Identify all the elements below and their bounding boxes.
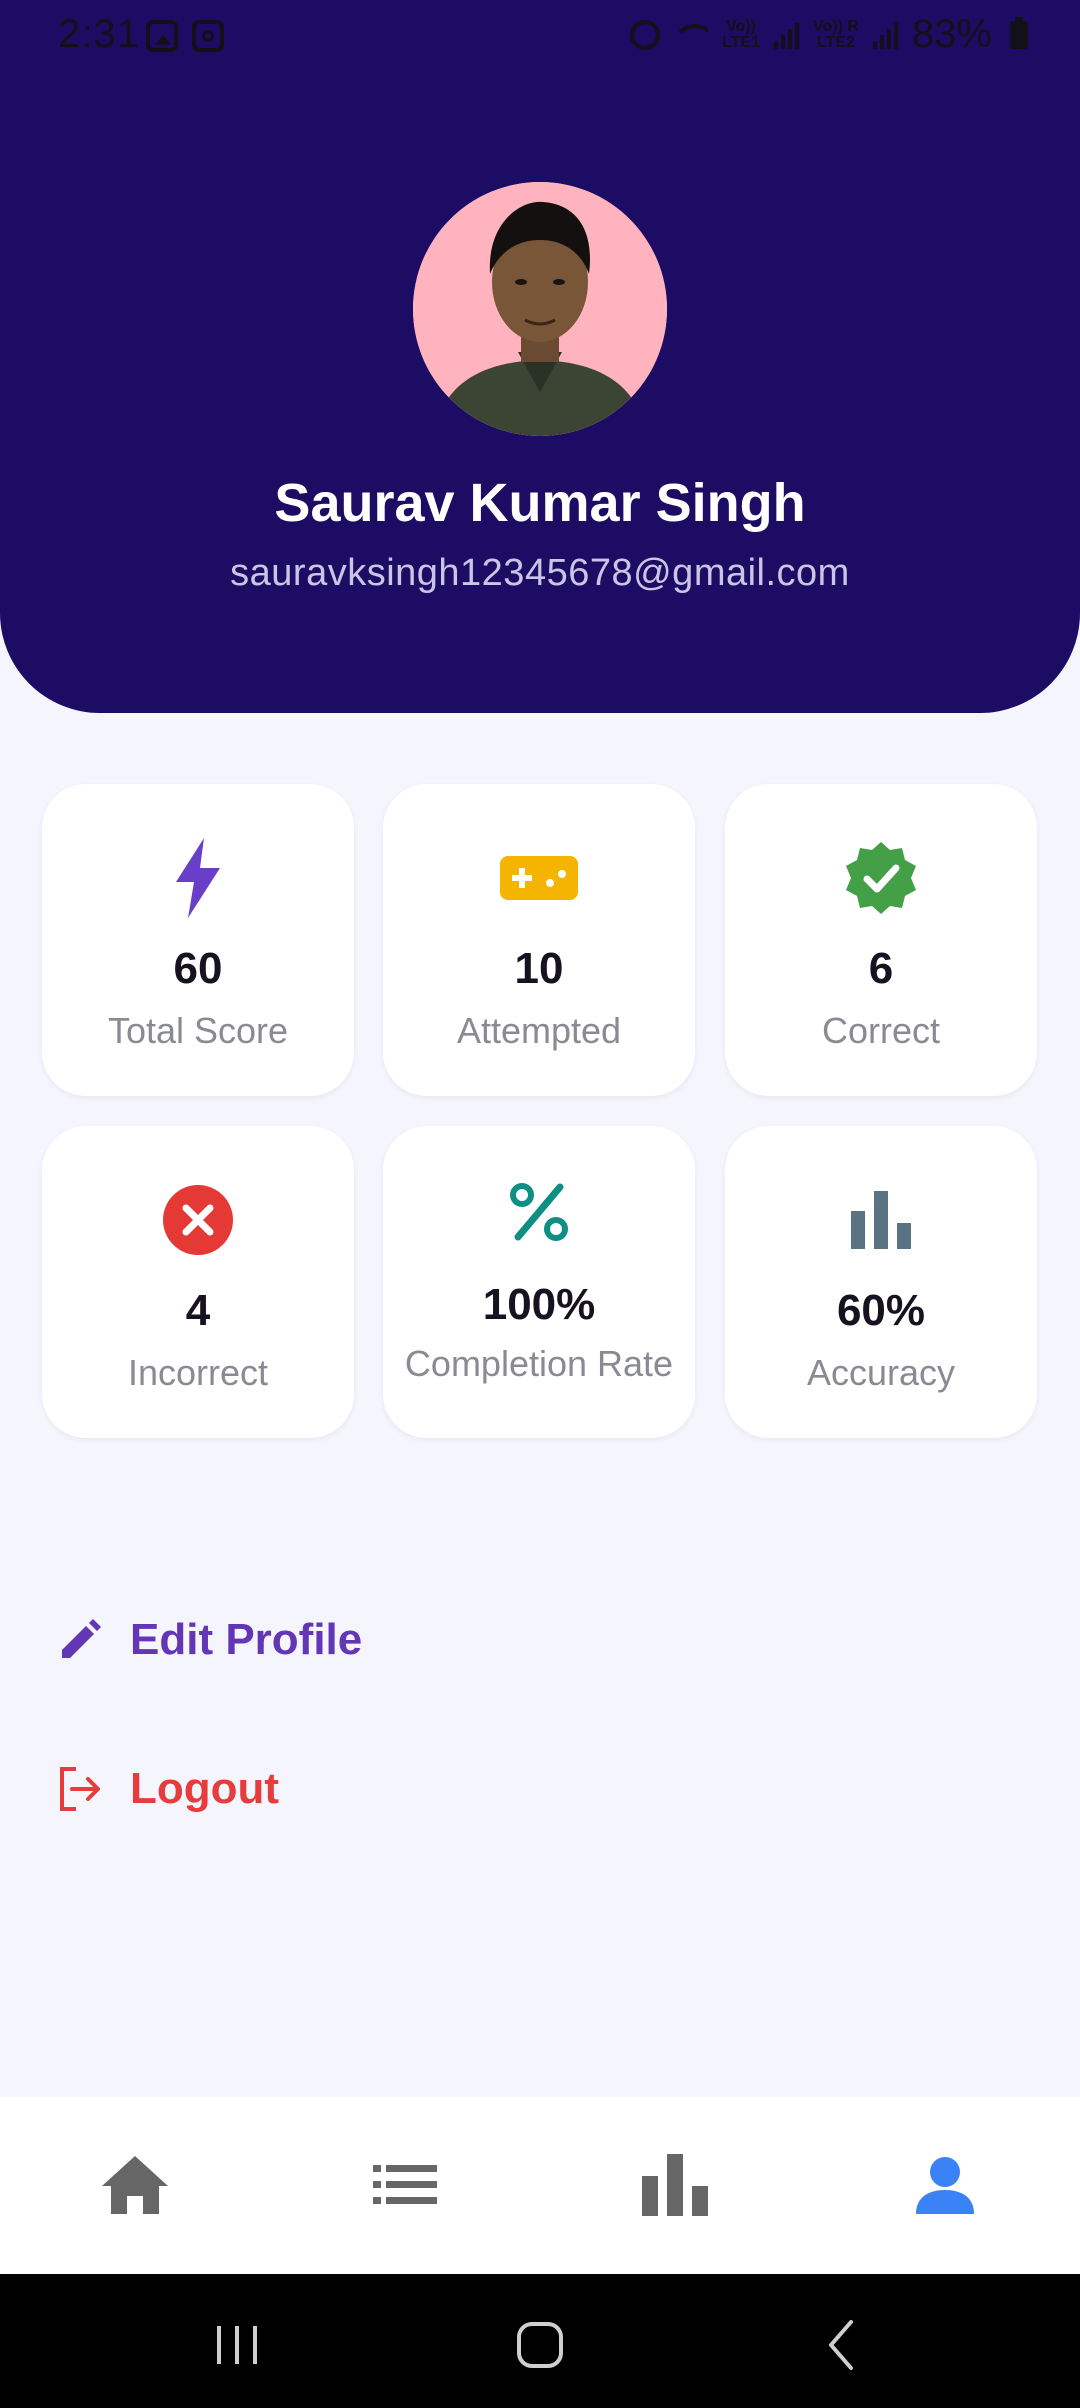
stat-value: 60% [836, 1286, 926, 1335]
battery-icon [1010, 16, 1028, 49]
avatar-photo [413, 182, 667, 436]
volte2-indicator: Vo)) R LTE2 [813, 17, 859, 51]
error-x-icon [148, 1170, 248, 1270]
stat-card-completion-rate: 100% Completion Rate [383, 1126, 695, 1438]
home-button-icon[interactable] [510, 2314, 570, 2374]
logout-button[interactable]: Logout [56, 1764, 279, 1814]
volte1-indicator: Vo)) LTE1 [722, 17, 760, 51]
status-time: 2:31 [58, 12, 140, 56]
stat-card-correct: 6 Correct [725, 784, 1037, 1096]
instagram-notification-icon [192, 20, 224, 52]
stat-label: Completion Rate [404, 1343, 674, 1384]
pencil-icon [62, 1619, 101, 1658]
stat-label: Attempted [456, 1010, 622, 1051]
nav-home[interactable] [95, 2145, 175, 2225]
stat-label: Accuracy [806, 1352, 956, 1393]
signal-2-icon [872, 21, 898, 49]
signal-1-icon [774, 21, 799, 49]
profile-screen: 2:31 Vo)) LTE1 Vo)) R LTE2 83% Saurav Ku… [0, 0, 1080, 2408]
nav-stats[interactable] [635, 2145, 715, 2225]
stat-label: Correct [821, 1010, 941, 1051]
avatar[interactable] [413, 182, 667, 436]
back-icon[interactable] [813, 2314, 873, 2374]
stat-card-accuracy: 60% Accuracy [725, 1126, 1037, 1438]
stat-label: Total Score [107, 1010, 289, 1051]
stat-value: 4 [185, 1286, 211, 1335]
wifi-icon [674, 22, 709, 48]
bar-chart-icon [831, 1170, 931, 1270]
person-icon [916, 2157, 974, 2214]
edit-profile-button[interactable]: Edit Profile [56, 1615, 362, 1665]
edit-profile-label: Edit Profile [130, 1615, 363, 1664]
list-icon [373, 2165, 437, 2204]
nav-profile[interactable] [905, 2145, 985, 2225]
logout-icon [60, 1767, 100, 1811]
stat-value: 100% [482, 1280, 596, 1329]
stat-card-total-score: 60 Total Score [42, 784, 354, 1096]
logout-label: Logout [130, 1764, 280, 1813]
status-bar: 2:31 Vo)) LTE1 Vo)) R LTE2 83% [0, 0, 1080, 70]
stat-value: 6 [868, 944, 894, 993]
verified-check-icon [831, 828, 931, 928]
bar-chart-icon [642, 2154, 708, 2216]
home-icon [102, 2156, 168, 2214]
stat-card-incorrect: 4 Incorrect [42, 1126, 354, 1438]
recent-apps-icon[interactable] [207, 2314, 267, 2374]
user-name: Saurav Kumar Singh [274, 473, 806, 533]
gallery-notification-icon [146, 20, 178, 52]
bolt-icon [148, 828, 248, 928]
user-email: sauravksingh12345678@gmail.com [230, 552, 850, 594]
battery-percent: 83% [911, 12, 992, 56]
stat-label: Incorrect [127, 1352, 269, 1393]
nav-list[interactable] [365, 2145, 445, 2225]
stat-value: 10 [514, 944, 564, 993]
percent-icon [489, 1162, 589, 1262]
stat-value: 60 [173, 944, 223, 993]
gamepad-icon [489, 828, 589, 928]
system-nav-bar [0, 2274, 1080, 2408]
alarm-icon [630, 19, 661, 50]
stat-card-attempted: 10 Attempted [383, 784, 695, 1096]
bottom-nav [0, 2097, 1080, 2274]
